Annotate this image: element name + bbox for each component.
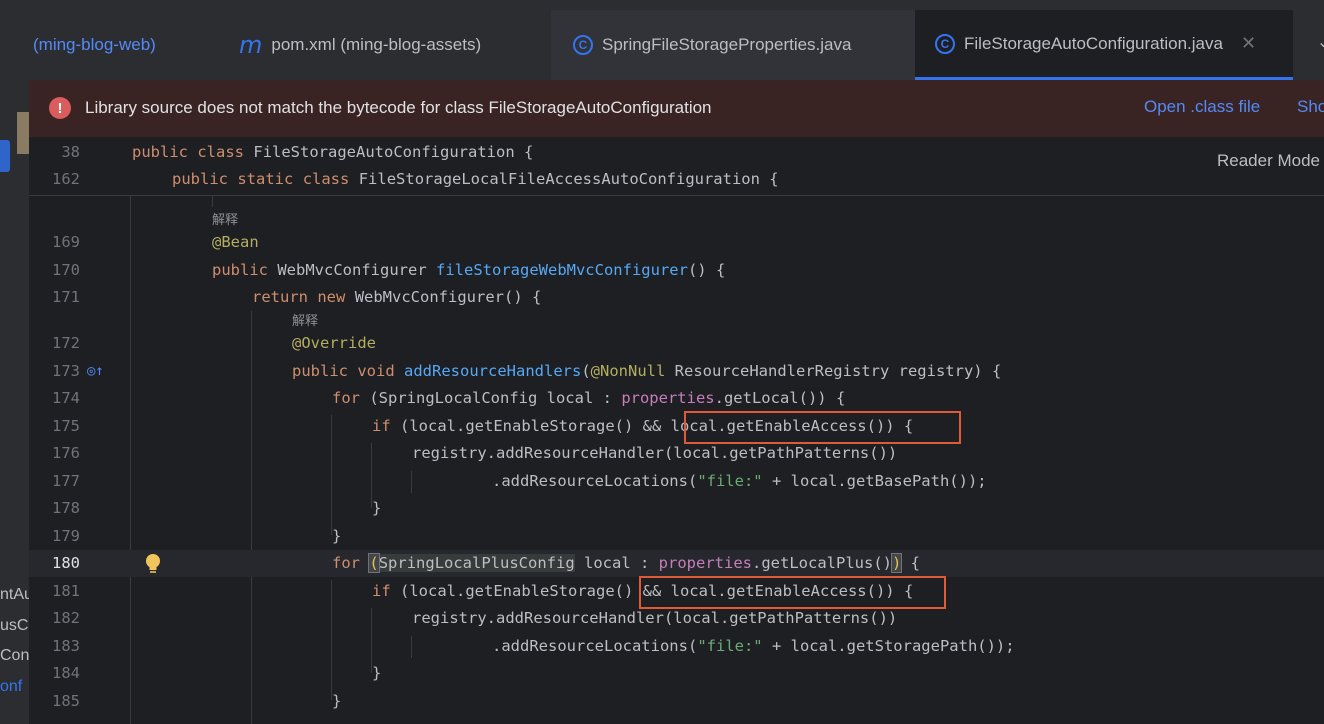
code-line: public static class FileStorageLocalFile… xyxy=(172,170,779,188)
line-number: 173 xyxy=(52,362,80,380)
project-panel-edge: ntAu usCo Con onf xyxy=(0,0,29,724)
code-row[interactable]: 185 } xyxy=(29,688,1324,715)
code-row[interactable]: 171 return new WebMvcConfigurer() { xyxy=(29,284,1324,311)
highlight-box xyxy=(639,576,946,609)
error-icon: ! xyxy=(49,97,71,119)
java-class-icon: C xyxy=(935,33,955,54)
code-line: registry.addResourceHandler(local.getPat… xyxy=(412,444,898,462)
chevron-down-icon[interactable]: ⌄ xyxy=(1317,32,1324,52)
code-row[interactable]: 170 public WebMvcConfigurer fileStorageW… xyxy=(29,257,1324,284)
tab-file-storage-auto-configuration[interactable]: C FileStorageAutoConfiguration.java ✕ xyxy=(915,10,1293,80)
tab-label: (ming-blog-web) xyxy=(33,35,156,54)
open-class-file-link[interactable]: Open .class file xyxy=(1144,97,1260,117)
sticky-line[interactable]: 38 public class FileStorageAutoConfigura… xyxy=(29,139,1324,166)
code-row[interactable]: 173 public void addResourceHandlers(@Non… xyxy=(29,358,1324,385)
line-number: 180 xyxy=(52,554,80,572)
source-mismatch-banner: ! Library source does not match the byte… xyxy=(29,80,1324,137)
line-number: 176 xyxy=(52,444,80,462)
tab-label: FileStorageAutoConfiguration.java xyxy=(964,33,1223,53)
line-number: 184 xyxy=(52,664,80,682)
show-link[interactable]: Sho xyxy=(1297,97,1324,117)
sticky-line[interactable]: 162 public static class FileStorageLocal… xyxy=(29,166,1324,193)
panel-scroll-marker xyxy=(17,112,29,154)
code-line: @Override xyxy=(292,334,376,352)
line-number: 185 xyxy=(52,692,80,710)
code-line: public void addResourceHandlers(@NonNull… xyxy=(292,362,1002,380)
line-number: 38 xyxy=(61,143,80,161)
code-line: } xyxy=(372,499,382,517)
code-row[interactable]: 172 @Override xyxy=(29,330,1324,357)
java-class-icon: C xyxy=(573,35,593,55)
code-row[interactable]: 175 if (local.getEnableStorage() && loca… xyxy=(29,413,1324,440)
override-method-icon[interactable]: ◎↑ xyxy=(87,363,104,379)
line-number: 178 xyxy=(52,499,80,517)
line-number: 175 xyxy=(52,417,80,435)
doc-hint[interactable]: 解释 xyxy=(212,209,238,228)
tab-pom-xml[interactable]: m pom.xml (ming-blog-assets) xyxy=(209,10,581,80)
code-row-current[interactable]: 180 for (SpringLocalPlusConfig local : p… xyxy=(29,550,1324,577)
highlight-box xyxy=(684,411,961,444)
code-row[interactable]: 182 registry.addResourceHandler(local.ge… xyxy=(29,605,1324,632)
tab-label: pom.xml (ming-blog-assets) xyxy=(271,35,482,54)
code-row[interactable]: 177 .addResourceLocations("file:" + loca… xyxy=(29,468,1324,495)
code-row[interactable]: 184 } xyxy=(29,660,1324,687)
reader-mode-toggle[interactable]: Reader Mode xyxy=(1216,151,1320,171)
code-line: for (SpringLocalConfig local : propertie… xyxy=(332,389,846,407)
line-number: 174 xyxy=(52,389,80,407)
line-number: 179 xyxy=(52,527,80,545)
tree-item-fragment[interactable]: ntAu xyxy=(0,586,29,604)
sticky-scroll-header[interactable]: 38 public class FileStorageAutoConfigura… xyxy=(29,137,1324,196)
line-number: 170 xyxy=(52,261,80,279)
code-line: registry.addResourceHandler(local.getPat… xyxy=(412,609,898,627)
code-line: .addResourceLocations("file:" + local.ge… xyxy=(492,637,1015,655)
editor-tab-bar: (ming-blog-web) m pom.xml (ming-blog-ass… xyxy=(29,0,1324,81)
code-line: for (SpringLocalPlusConfig local : prope… xyxy=(332,553,921,573)
close-tab-icon[interactable]: ✕ xyxy=(1241,33,1256,54)
code-editor[interactable]: 38 public class FileStorageAutoConfigura… xyxy=(29,137,1324,724)
line-number: 182 xyxy=(52,609,80,627)
code-line: public WebMvcConfigurer fileStorageWebMv… xyxy=(212,261,726,279)
line-number: 181 xyxy=(52,582,80,600)
code-line: @Bean xyxy=(212,233,259,251)
code-line: } xyxy=(332,527,342,545)
code-row[interactable]: 179 } xyxy=(29,523,1324,550)
tab-label: SpringFileStorageProperties.java xyxy=(602,35,852,54)
project-panel-header xyxy=(0,0,29,80)
code-row[interactable]: 183 .addResourceLocations("file:" + loca… xyxy=(29,633,1324,660)
code-line: .addResourceLocations("file:" + local.ge… xyxy=(492,472,987,490)
banner-message: Library source does not match the byteco… xyxy=(85,98,712,117)
line-number: 183 xyxy=(52,637,80,655)
tree-item-fragment[interactable]: onf xyxy=(0,678,22,696)
line-number: 172 xyxy=(52,334,80,352)
doc-hint[interactable]: 解释 xyxy=(292,310,318,329)
selected-item-marker[interactable] xyxy=(0,140,10,172)
tab-spring-file-storage-properties[interactable]: C SpringFileStorageProperties.java xyxy=(551,10,915,80)
code-row[interactable]: 178 } xyxy=(29,495,1324,522)
lightbulb-icon[interactable] xyxy=(144,553,162,575)
line-number: 177 xyxy=(52,472,80,490)
line-number: 162 xyxy=(52,170,80,188)
code-line: } xyxy=(332,692,342,710)
code-line: } xyxy=(372,664,382,682)
code-line: public class FileStorageAutoConfiguratio… xyxy=(132,143,534,161)
line-number: 169 xyxy=(52,233,80,251)
tree-item-fragment[interactable]: usCo xyxy=(0,617,29,635)
indent-guide xyxy=(212,195,213,207)
tab-ming-blog-web[interactable]: (ming-blog-web) xyxy=(29,10,209,80)
code-row[interactable]: 176 registry.addResourceHandler(local.ge… xyxy=(29,440,1324,467)
maven-icon: m xyxy=(239,31,263,59)
code-row[interactable]: 169 @Bean xyxy=(29,229,1324,256)
code-line: return new WebMvcConfigurer() { xyxy=(252,288,542,306)
line-number: 171 xyxy=(52,288,80,306)
tree-item-fragment[interactable]: Con xyxy=(0,647,29,665)
code-row[interactable]: 174 for (SpringLocalConfig local : prope… xyxy=(29,385,1324,412)
